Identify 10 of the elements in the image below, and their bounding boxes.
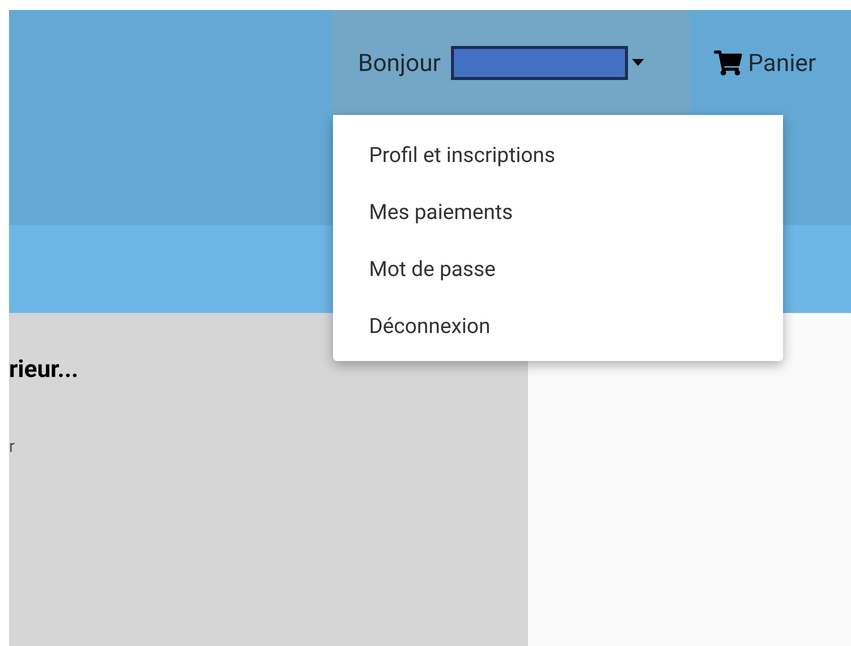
menu-item[interactable]: Déconnexion: [333, 299, 783, 356]
caret-icon: [632, 59, 644, 66]
user-menu-button[interactable]: Bonjour: [332, 10, 690, 115]
card-text: r: [9, 439, 16, 456]
card-title: rieur...: [9, 357, 80, 381]
menu-item[interactable]: Mot de passe: [333, 242, 783, 299]
menu-item[interactable]: Profil et inscriptions: [333, 128, 783, 185]
cart-icon: [714, 48, 742, 76]
cart-button[interactable]: Panier: [690, 10, 816, 115]
menu-item[interactable]: Mes paiements: [333, 185, 783, 242]
